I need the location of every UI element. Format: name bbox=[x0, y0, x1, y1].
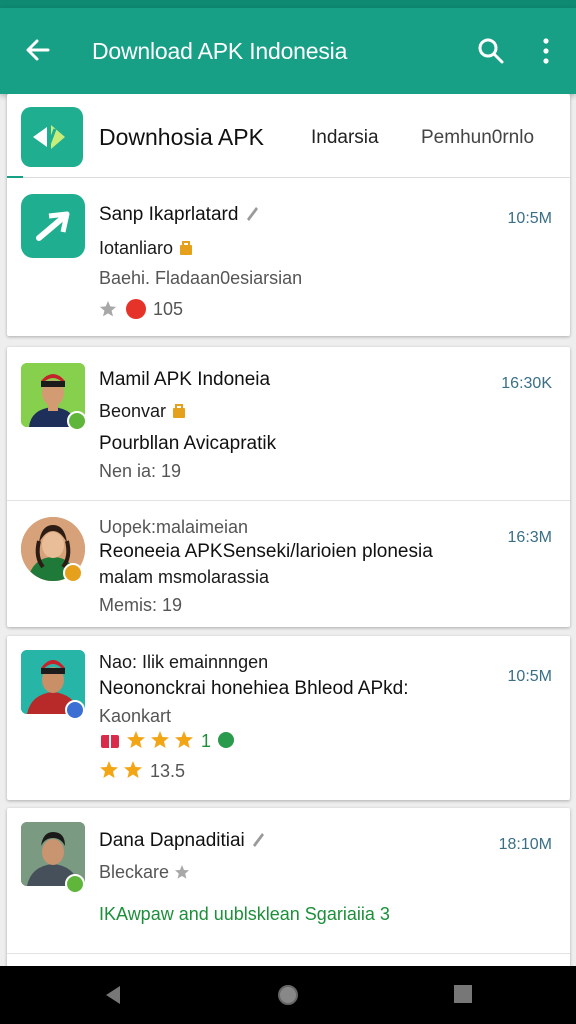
item-title: Sanp Ikaprlatard bbox=[99, 204, 239, 225]
item-title: Nao: Ilik emainnngen bbox=[99, 652, 269, 672]
navigation-bar bbox=[0, 966, 576, 1024]
item-size: 16:3M bbox=[507, 529, 552, 546]
pen-icon bbox=[246, 207, 258, 221]
app-logo bbox=[21, 107, 83, 167]
search-icon[interactable] bbox=[476, 36, 506, 66]
item-title: Mamil APK Indoneia bbox=[99, 369, 271, 390]
shield-icon bbox=[218, 732, 235, 748]
item-description: Kaonkart bbox=[99, 706, 172, 726]
item-rating: 105 bbox=[153, 299, 184, 319]
gift-icon bbox=[101, 735, 119, 748]
rating-count: 13.5 bbox=[150, 761, 186, 781]
item-subtitle: Reoneeia APKSenseki/larioien plonesia bbox=[99, 541, 433, 562]
list-item[interactable]: Uopek:malaimeian 16:3M Reoneeia APKSense… bbox=[7, 501, 570, 627]
bag-icon bbox=[180, 241, 193, 255]
item-subtitle: Neononckrai honehiea Bhleod APkd: bbox=[99, 678, 409, 699]
list-card: Mamil APK Indoneia 16:30K Beonvar Pourbl… bbox=[7, 347, 570, 627]
featured-card: Downhosia APK Indarsia Pemhun0rnlo Sanp … bbox=[7, 94, 570, 336]
bag-icon bbox=[173, 404, 186, 418]
item-size: 18:10M bbox=[498, 836, 552, 853]
header-title: Downhosia APK bbox=[99, 124, 264, 150]
list-card: Dana Dapnaditiai 18:10M Bleckare IKAwpaw… bbox=[7, 808, 570, 966]
nav-recents-icon[interactable] bbox=[452, 983, 474, 1005]
item-title: Dana Dapnaditiai bbox=[99, 830, 245, 851]
list-item[interactable]: Mamil APK Indoneia 16:30K Beonvar Pourbl… bbox=[7, 347, 570, 501]
app-title: Download APK Indonesia bbox=[92, 38, 348, 64]
verified-badge-icon bbox=[65, 700, 85, 720]
item-meta: Memis: 19 bbox=[99, 595, 183, 615]
rating-value: 1 bbox=[201, 731, 212, 751]
item-subtitle: Bleckare bbox=[99, 862, 170, 882]
nav-home-icon[interactable] bbox=[276, 983, 300, 1007]
list-item[interactable]: Nao: Ilik emainnngen 10:5M Neononckrai h… bbox=[7, 636, 570, 800]
app-bar: Download APK Indonesia bbox=[0, 8, 576, 94]
status-bar bbox=[0, 0, 576, 8]
star-icon bbox=[175, 865, 190, 879]
item-size: 16:30K bbox=[501, 375, 552, 392]
list-header: Downhosia APK Indarsia Pemhun0rnlo bbox=[7, 94, 570, 178]
list-card: Nao: Ilik emainnngen 10:5M Neononckrai h… bbox=[7, 636, 570, 800]
tab-other[interactable]: Pemhun0rnlo bbox=[421, 127, 534, 149]
more-vert-icon[interactable] bbox=[536, 36, 556, 66]
item-size: 10:5M bbox=[507, 210, 552, 227]
star-rating-icon bbox=[127, 731, 194, 748]
status-badge-icon bbox=[63, 563, 83, 583]
item-description: IKAwpaw and uublsklean Sgariaiia 3 bbox=[99, 904, 390, 924]
item-meta: Nen ia: 19 bbox=[99, 461, 182, 481]
heart-icon bbox=[126, 299, 147, 319]
verified-badge-icon bbox=[67, 411, 87, 431]
item-subtitle: Iotanliaro bbox=[99, 238, 174, 258]
nav-back-icon[interactable] bbox=[102, 983, 124, 1007]
item-size: 10:5M bbox=[507, 668, 552, 685]
app-list[interactable]: Downhosia APK Indarsia Pemhun0rnlo Sanp … bbox=[0, 94, 576, 966]
app-icon bbox=[21, 194, 85, 258]
list-item[interactable]: Dana Dapnaditiai 18:10M Bleckare IKAwpaw… bbox=[7, 808, 570, 954]
pen-icon bbox=[253, 833, 265, 847]
list-item[interactable]: Sanp Ikaprlatard 10:5M Iotanliaro Baehi.… bbox=[7, 178, 570, 336]
item-description: Pourbllan Avicapratik bbox=[99, 433, 277, 454]
star-rating-icon bbox=[100, 761, 142, 778]
verified-badge-icon bbox=[65, 874, 85, 894]
tab-indonesia[interactable]: Indarsia bbox=[311, 127, 379, 149]
item-description: malam msmolarassia bbox=[99, 567, 270, 587]
star-icon bbox=[100, 301, 116, 317]
item-subtitle: Beonvar bbox=[99, 401, 167, 421]
item-title: Uopek:malaimeian bbox=[99, 517, 249, 537]
item-description: Baehi. Fladaan0esiarsian bbox=[99, 268, 303, 288]
arrow-left-icon[interactable] bbox=[22, 34, 54, 66]
